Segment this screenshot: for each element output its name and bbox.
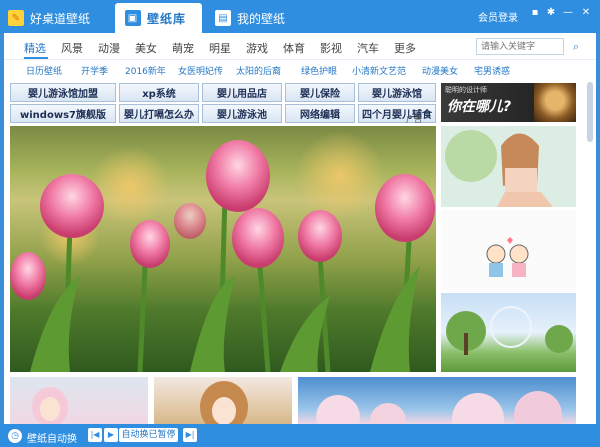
category-pets[interactable]: 萌宠 xyxy=(172,40,194,56)
tag-link[interactable]: 宅男诱惑 xyxy=(474,64,510,77)
ad-link[interactable]: 婴儿用品店 xyxy=(202,83,282,102)
ad-link[interactable]: 婴儿游泳馆 xyxy=(358,83,436,102)
category-sports[interactable]: 体育 xyxy=(283,40,305,56)
auto-change-status: 自动换已暂停 xyxy=(119,428,178,442)
wallpaper-tile-cosplay[interactable] xyxy=(10,377,148,424)
close-icon[interactable]: ✕ xyxy=(580,7,592,19)
chat-icon[interactable]: ▪ xyxy=(529,7,541,19)
ad-link[interactable]: 婴儿保险 xyxy=(285,83,355,102)
bottom-bar: ◷ 壁纸自动换 |◀ ▶ 自动换已暂停 ▶| xyxy=(0,424,600,447)
app-logo-icon: ✎ xyxy=(8,10,24,26)
ad-link[interactable]: xp系统 xyxy=(119,83,199,102)
ad-link[interactable]: 婴儿打嗝怎么办 xyxy=(119,104,199,123)
tab-home[interactable]: ✎ 好桌道壁纸 xyxy=(4,3,110,33)
banner-ad[interactable]: 聪明的设计师 你在哪儿? xyxy=(441,83,576,122)
next-icon[interactable]: ▶| xyxy=(183,428,197,442)
wallpaper-tile-park[interactable] xyxy=(441,293,576,372)
ad-link[interactable]: 婴儿游泳池 xyxy=(202,104,282,123)
tulip-image xyxy=(10,131,435,372)
ad-label[interactable]: 广告 xyxy=(406,114,422,125)
banner-ad-title: 你在哪儿? xyxy=(447,99,512,115)
cartoon-couple-image xyxy=(441,210,576,290)
wallpaper-tile-sakura[interactable] xyxy=(298,377,576,424)
tag-link[interactable]: 太阳的后裔 xyxy=(236,64,281,77)
previous-icon[interactable]: |◀ xyxy=(88,428,102,442)
tab-my-wallpaper[interactable]: ▤ 我的壁纸 xyxy=(207,3,297,33)
category-beauty[interactable]: 美女 xyxy=(135,40,157,56)
banner-ad-subtitle: 聪明的设计师 xyxy=(445,86,487,94)
wallpaper-tile-cartoon[interactable] xyxy=(441,210,576,290)
woman-image xyxy=(441,126,576,207)
wallpaper-tile-woman[interactable] xyxy=(441,126,576,207)
tag-link[interactable]: 小清新文艺范 xyxy=(352,64,406,77)
play-icon[interactable]: ▶ xyxy=(104,428,118,442)
tag-link[interactable]: 女医明妃传 xyxy=(178,64,223,77)
library-icon: ▣ xyxy=(125,10,141,26)
member-login-link[interactable]: 会员登录 xyxy=(478,9,518,24)
anime-girl-image xyxy=(200,381,248,424)
hot-tags-bar: 日历壁纸 开学季 2016新年 女医明妃传 太阳的后裔 绿色护眼 小清新文艺范 … xyxy=(4,60,596,80)
my-wallpaper-icon: ▤ xyxy=(215,10,231,26)
category-anime[interactable]: 动漫 xyxy=(98,40,120,56)
tab-library-label: 壁纸库 xyxy=(147,11,187,26)
ferris-wheel-image xyxy=(446,306,573,355)
category-scenery[interactable]: 风景 xyxy=(61,40,83,56)
ad-link[interactable]: 网络编辑 xyxy=(285,104,355,123)
tag-link[interactable]: 2016新年 xyxy=(125,64,166,77)
ad-link[interactable]: windows7旗舰版 xyxy=(10,104,116,123)
title-bar: ✎ 好桌道壁纸 ▣ 壁纸库 ▤ 我的壁纸 会员登录 ▪ ✱ — ✕ xyxy=(0,0,600,33)
scrollbar[interactable] xyxy=(587,82,593,142)
search-input[interactable] xyxy=(476,38,564,55)
category-featured[interactable]: 精选 xyxy=(24,40,46,56)
tab-wallpaper-library[interactable]: ▣ 壁纸库 xyxy=(115,3,202,33)
auto-change-icon: ◷ xyxy=(8,429,22,443)
tag-link[interactable]: 开学季 xyxy=(81,64,108,77)
wallpaper-tile-anime[interactable] xyxy=(154,377,292,424)
lion-image xyxy=(534,83,576,122)
category-bar: 精选 风景 动漫 美女 萌宠 明星 游戏 体育 影视 汽车 更多 ⌕ xyxy=(4,33,596,60)
search-icon[interactable]: ⌕ xyxy=(567,38,585,55)
wallpaper-tile-tulips[interactable] xyxy=(10,126,436,372)
active-category-underline xyxy=(24,57,48,59)
category-games[interactable]: 游戏 xyxy=(246,40,268,56)
ad-link[interactable]: 婴儿游泳馆加盟 xyxy=(10,83,116,102)
tab-home-label: 好桌道壁纸 xyxy=(30,11,91,26)
category-movies[interactable]: 影视 xyxy=(320,40,342,56)
category-stars[interactable]: 明星 xyxy=(209,40,231,56)
tag-link[interactable]: 绿色护眼 xyxy=(301,64,337,77)
auto-change-label: 壁纸自动换 xyxy=(27,434,77,445)
settings-icon[interactable]: ✱ xyxy=(545,7,557,19)
cherry-blossom-image xyxy=(316,391,562,424)
category-more[interactable]: 更多 xyxy=(394,40,416,56)
minimize-icon[interactable]: — xyxy=(562,7,574,19)
tab-mine-label: 我的壁纸 xyxy=(237,11,286,26)
category-cars[interactable]: 汽车 xyxy=(357,40,379,56)
ad-link[interactable]: 四个月婴儿辅食 xyxy=(358,104,436,123)
tag-link[interactable]: 动漫美女 xyxy=(422,64,458,77)
wallpaper-grid: 婴儿游泳馆加盟 xp系统 婴儿用品店 婴儿保险 婴儿游泳馆 windows7旗舰… xyxy=(4,80,596,424)
tag-link[interactable]: 日历壁纸 xyxy=(26,64,62,77)
text-ad-grid: 婴儿游泳馆加盟 xp系统 婴儿用品店 婴儿保险 婴儿游泳馆 windows7旗舰… xyxy=(10,83,436,123)
cosplay-image xyxy=(32,387,68,424)
